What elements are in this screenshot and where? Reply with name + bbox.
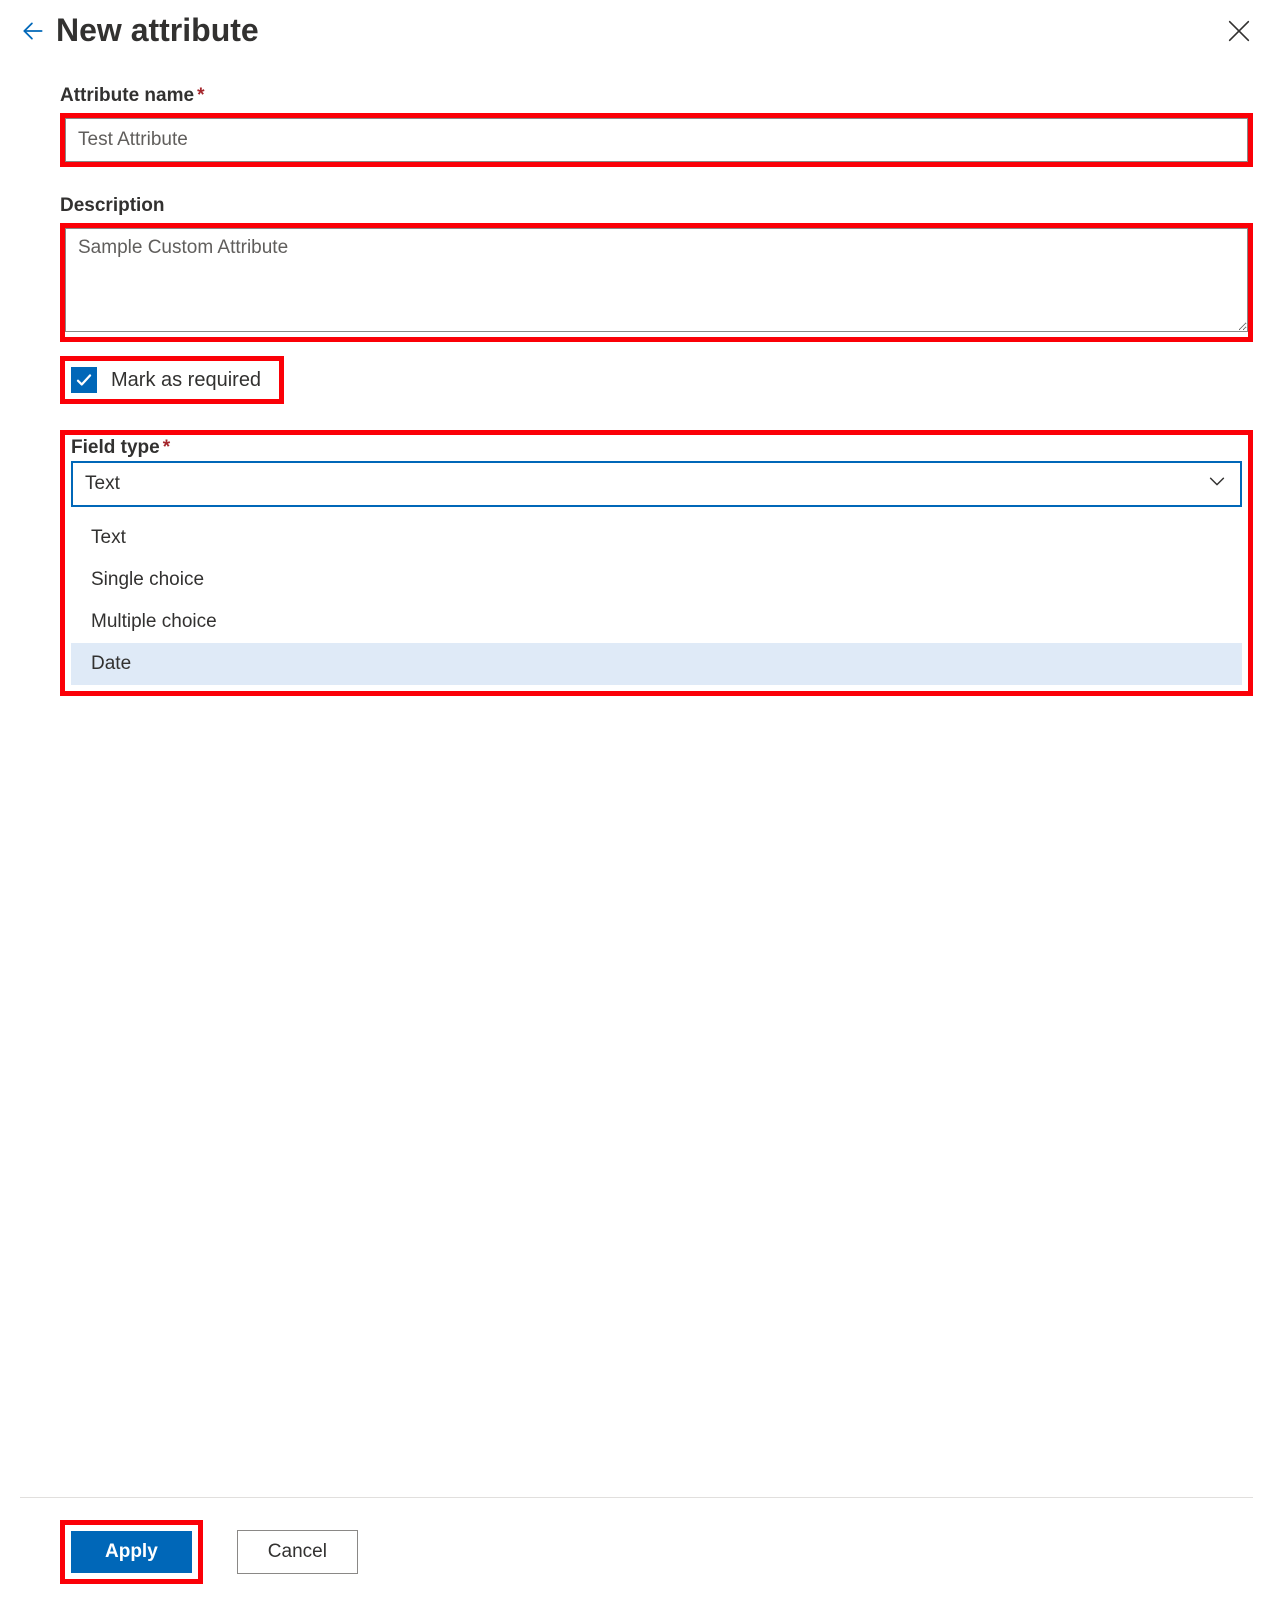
attribute-name-highlight [60,113,1253,167]
mark-required-row[interactable]: Mark as required [65,361,279,399]
attribute-name-input[interactable] [65,118,1248,162]
attribute-name-label-text: Attribute name [60,85,194,106]
field-type-wrap: Field type* Text Text Single choice Mult… [60,430,1253,696]
description-field: Description [60,195,1253,342]
footer-buttons: Apply Cancel [60,1520,1253,1584]
required-asterisk: * [163,437,170,458]
description-highlight [60,223,1253,342]
description-input[interactable] [65,228,1248,332]
field-type-highlight: Field type* Text Text Single choice Mult… [60,430,1253,696]
required-asterisk: * [197,85,204,106]
apply-highlight: Apply [60,1520,203,1584]
attribute-name-field: Attribute name* [60,85,1253,167]
panel-title: New attribute [56,12,259,49]
panel-header: New attribute [20,12,1253,49]
field-type-option-multiple-choice[interactable]: Multiple choice [71,601,1242,643]
field-type-label-text: Field type [71,437,160,458]
field-type-select[interactable]: Text [71,461,1242,507]
field-type-dropdown: Text Single choice Multiple choice Date [71,517,1242,685]
apply-button[interactable]: Apply [71,1531,192,1573]
back-arrow-icon[interactable] [20,18,46,44]
field-type-selected-value: Text [85,473,120,495]
close-icon[interactable] [1225,17,1253,45]
panel-footer: Apply Cancel [20,1497,1253,1610]
mark-required-highlight: Mark as required [60,356,284,404]
field-type-option-single-choice[interactable]: Single choice [71,559,1242,601]
field-type-label: Field type* [71,437,1242,459]
mark-required-checkbox[interactable] [71,367,97,393]
field-type-option-text[interactable]: Text [71,517,1242,559]
chevron-down-icon [1206,470,1228,498]
new-attribute-panel: New attribute Attribute name* Descriptio… [0,0,1273,1610]
attribute-name-label: Attribute name* [60,85,1253,107]
title-wrap: New attribute [20,12,259,49]
mark-required-label: Mark as required [111,369,261,392]
cancel-button[interactable]: Cancel [237,1530,358,1574]
field-type-option-date[interactable]: Date [71,643,1242,685]
description-label: Description [60,195,1253,217]
form-body: Attribute name* Description Mark as requ… [20,85,1253,1497]
